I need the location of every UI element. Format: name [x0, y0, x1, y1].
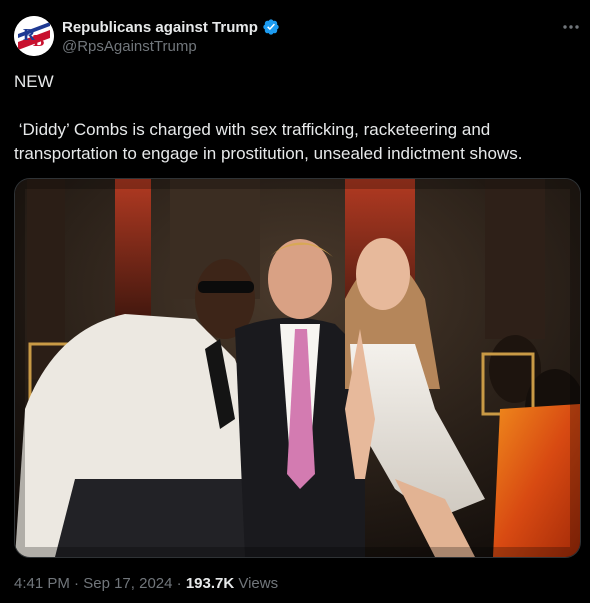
author-handle[interactable]: @RpsAgainstTrump: [62, 38, 197, 55]
author-name-row: Republicans against Trump: [62, 17, 280, 37]
verified-badge-icon[interactable]: [262, 18, 280, 36]
tweet-time[interactable]: 4:41 PM: [14, 575, 70, 592]
tweet-date[interactable]: Sep 17, 2024: [83, 575, 172, 592]
event-photo-image: [15, 179, 580, 557]
svg-text:B: B: [33, 31, 44, 50]
tweet-text-body: ‘Diddy’ Combs is charged with sex traffi…: [14, 120, 523, 163]
avatar[interactable]: R B: [14, 16, 54, 56]
views-count[interactable]: 193.7K: [186, 575, 234, 592]
tweet-text-line-new: NEW: [14, 72, 54, 91]
tweet-text: NEW ‘Diddy’ Combs is charged with sex tr…: [14, 70, 574, 166]
meta-separator-views: ·: [176, 575, 182, 592]
author-display-name[interactable]: Republicans against Trump: [62, 19, 258, 36]
views-label: Views: [238, 575, 279, 592]
more-options-icon[interactable]: [560, 18, 582, 36]
tweet: R B Republicans against Trump @RpsAgains…: [0, 0, 590, 603]
tweet-meta: 4:41 PM · Sep 17, 2024 · 193.7K Views: [14, 575, 278, 592]
avatar-logo-icon: R B: [14, 16, 54, 56]
tweet-photo[interactable]: [14, 178, 581, 558]
meta-separator: ·: [74, 575, 80, 592]
